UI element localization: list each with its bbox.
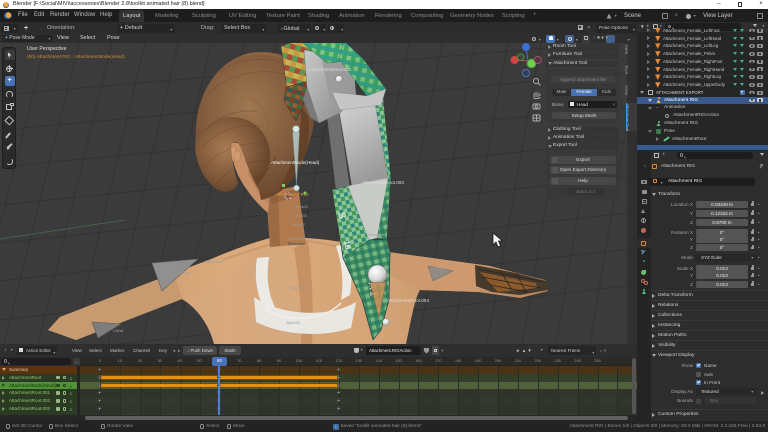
svg-text:AttachmentRoot.004: AttachmentRoot.004 — [387, 298, 429, 303]
svg-text:Spine03: Spine03 — [286, 321, 300, 325]
svg-text:Spine04: Spine04 — [291, 286, 305, 290]
svg-text:RBicep: RBicep — [178, 271, 190, 275]
svg-text:LWrist: LWrist — [113, 329, 124, 333]
svg-text:Spine01.1: Spine01.1 — [289, 237, 306, 241]
svg-text:AttachmentRoot.002: AttachmentRoot.002 — [309, 67, 351, 72]
svg-text:rShoulder: rShoulder — [368, 233, 385, 237]
svg-text:Neck03: Neck03 — [294, 214, 307, 218]
svg-text:Neck02: Neck02 — [292, 223, 305, 227]
svg-text:(60) Attachment RIG : Attachme: (60) Attachment RIG : AttachmentNode(Hea… — [27, 54, 125, 60]
svg-text:RClavicle: RClavicle — [288, 242, 305, 246]
svg-text:RShoulder: RShoulder — [205, 260, 224, 264]
svg-text:User Perspective: User Perspective — [27, 46, 67, 52]
svg-text:AttachmentNode(Head): AttachmentNode(Head) — [271, 160, 320, 165]
svg-text:LBicep: LBicep — [434, 267, 446, 271]
svg-text:AttachmentRoot.003: AttachmentRoot.003 — [362, 180, 404, 185]
svg-text:Neck04: Neck04 — [295, 205, 308, 209]
svg-text:Attachment RIG: Attachment RIG — [276, 192, 309, 197]
